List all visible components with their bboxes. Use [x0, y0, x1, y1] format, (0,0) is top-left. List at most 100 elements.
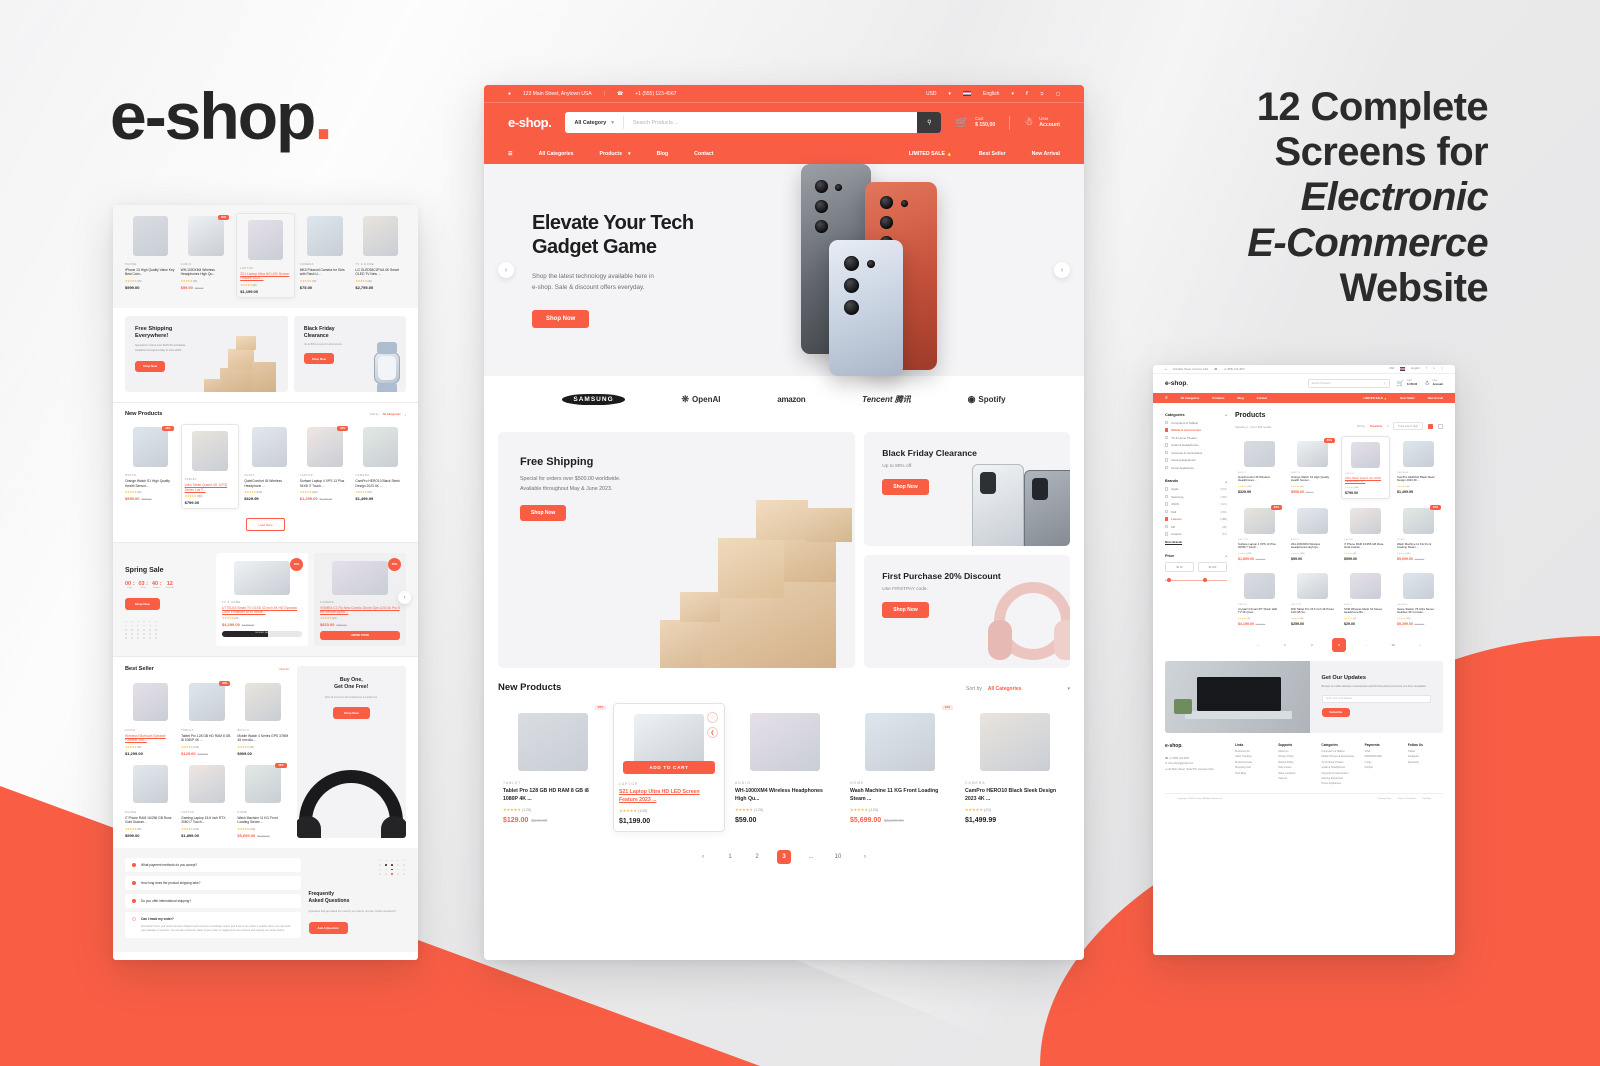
- product-card[interactable]: 30% LAPTOP Surface Laptop 4 XPS 13 Plus …: [1235, 503, 1284, 564]
- subscribe-button[interactable]: Subscribe: [1321, 708, 1351, 718]
- nav-limited-sale[interactable]: LIMITED SALE 🔥: [909, 151, 953, 157]
- footer-link[interactable]: Tech Blog: [1235, 772, 1270, 775]
- footer-link[interactable]: About Us: [1278, 750, 1313, 753]
- product-card[interactable]: CAMERA CamPro HERO10 Black Sleek Design …: [1394, 436, 1443, 499]
- product-name[interactable]: WH-1000XM4 Wireless Headphones High Qu..…: [1291, 542, 1334, 551]
- pagination-next[interactable]: ›: [858, 850, 872, 864]
- footer-link[interactable]: Gaming Equipment: [1321, 777, 1356, 780]
- checkbox-icon[interactable]: [1165, 487, 1169, 491]
- promo-black-friday[interactable]: Black Friday Clearance Up to 80% off. Sh…: [864, 432, 1070, 546]
- checkbox-icon[interactable]: [1165, 428, 1169, 432]
- sale-card[interactable]: 50% CAMERA VISMEA C1 Fly New Combo Drone…: [314, 552, 406, 647]
- product-name[interactable]: Ultra Tablet Quartz 4G 10'PD Series Lab …: [1345, 476, 1386, 485]
- faq-accordion[interactable]: What payment methods do you accept? How …: [125, 857, 301, 943]
- language-selector[interactable]: English: [983, 91, 999, 97]
- footer-link[interactable]: PayPal: [1365, 766, 1400, 769]
- center-main-nav[interactable]: ☰ All Categories Products ▾ Blog Contact…: [484, 144, 1084, 164]
- faq-item[interactable]: Do you offer international shipping?: [125, 893, 301, 908]
- product-name[interactable]: S21 Laptop Ultra HD LED Screen Feature 2…: [240, 272, 291, 281]
- product-card[interactable]: CAMERA CamPro HERO10 Black Sleek Design …: [960, 703, 1070, 832]
- right-nav-all[interactable]: All Categories: [1181, 396, 1200, 400]
- price-max-input[interactable]: $4,500: [1198, 562, 1227, 572]
- twitter-icon[interactable]: ➲: [1433, 367, 1435, 370]
- product-name[interactable]: QuietComfort 45 Wireless Headphones ...: [1238, 475, 1281, 484]
- list-item[interactable]: 10% HOME Wash Machine 11 KG Front Loadin…: [237, 761, 288, 838]
- pagination-page[interactable]: 3: [777, 850, 791, 865]
- pagination-page[interactable]: 2: [1305, 638, 1319, 652]
- product-name[interactable]: Crystal i4 Smart 65'' Music LED TV 4K Qu…: [1238, 607, 1281, 616]
- cart-icon[interactable]: 🛒: [955, 116, 969, 129]
- checkbox-icon[interactable]: [1165, 458, 1169, 462]
- product-name[interactable]: i7 Phone RAM 16/256 GB Rose Gold Guaran.…: [1344, 542, 1387, 551]
- pagination-page[interactable]: ...: [1359, 638, 1373, 652]
- footer-legal-link[interactable]: Privacy Policy: [1378, 798, 1392, 800]
- brand-filter-list[interactable]: Apple (504) Samsung (489) ASUS (321) Dell (2…: [1165, 487, 1227, 536]
- product-name[interactable]: Tablet Pro 128 GB HD RAM 8 GB i8 1080P 4…: [503, 788, 603, 803]
- checkbox-icon[interactable]: [1165, 532, 1169, 536]
- load-more-button[interactable]: Load More: [246, 518, 285, 532]
- left-promo-black-friday[interactable]: Black Friday Clearance Up to 80% promo f…: [293, 315, 406, 392]
- promo-first-purchase[interactable]: First Purchase 20% Discount Use FIRSTPAY…: [864, 554, 1070, 668]
- instagram-icon[interactable]: ◻: [1441, 367, 1443, 370]
- product-name[interactable]: Ultra Tablet Quartz 4G 10'PD Series Los …: [185, 483, 236, 492]
- footer-link[interactable]: Products Deals: [1235, 761, 1270, 764]
- promo-shop-now-button[interactable]: Shop Now: [135, 360, 166, 372]
- product-card[interactable]: AUDIO SXM Wireless Mesh Kit Stereo Headp…: [1341, 568, 1390, 629]
- checkbox-icon[interactable]: [1165, 494, 1169, 499]
- product-card[interactable]: LAPTOP MSI Tablet Pro 15.6 inch 4K Panel…: [1288, 568, 1337, 629]
- checkbox-icon[interactable]: [1165, 443, 1169, 447]
- right-nav-contact[interactable]: Contact: [1257, 396, 1267, 400]
- right-nav-new[interactable]: New Arrival: [1428, 396, 1443, 400]
- nav-contact[interactable]: Contact: [694, 151, 713, 157]
- instagram-icon[interactable]: ◻: [1056, 91, 1060, 97]
- product-name[interactable]: CamPro HERO10 Black Sleek Design 2023 4K…: [355, 479, 406, 488]
- product-card[interactable]: AUDIO QuietComfort 45 Wireless Headphone…: [1235, 436, 1284, 499]
- checkbox-icon[interactable]: [1165, 517, 1169, 521]
- screenshot-products-page-right[interactable]: ● 123 Main Street, Anytown USA ☎ +1 (555…: [1153, 365, 1455, 955]
- faq-item[interactable]: What payment methods do you accept?: [125, 857, 301, 872]
- faq-item[interactable]: Can I track my order? Absolutely! Once y…: [125, 911, 301, 939]
- product-name[interactable]: Mobile Watch 4 Series GPS 37MM 45 mm Alu…: [237, 734, 288, 743]
- right-pagination[interactable]: ‹ 1 2 3... 10 ›: [1235, 638, 1443, 653]
- nav-products[interactable]: Products: [600, 151, 622, 157]
- promo-fp-button[interactable]: Shop Now: [882, 601, 929, 618]
- faq-question[interactable]: How long does the product shipping take?: [141, 881, 200, 885]
- sort-value[interactable]: All Categories: [988, 686, 1022, 692]
- pagination-prev[interactable]: ‹: [1251, 638, 1265, 652]
- product-card[interactable]: 10% HOME Wash Machine 11 KG Front Loadin…: [1394, 503, 1443, 564]
- list-view-icon[interactable]: [1438, 423, 1443, 429]
- right-sort-value[interactable]: Popularity: [1370, 425, 1382, 428]
- filter-sidebar[interactable]: Categories ▴ Computers & Tablets Mobile …: [1165, 412, 1227, 652]
- list-item[interactable]: 30% LAPTOP Surface Laptop 4 XPS 13 Plus …: [300, 424, 351, 509]
- nav-new-arrival[interactable]: New Arrival: [1032, 151, 1060, 157]
- product-card[interactable]: AUDIO WH-1000XM4 Wireless Headphones Hig…: [730, 703, 840, 832]
- list-item[interactable]: PHONE iPhone 13 High Quality Value Key B…: [125, 213, 176, 298]
- right-nav-products[interactable]: Products: [1212, 396, 1224, 400]
- right-language[interactable]: English: [1411, 367, 1420, 370]
- nav-best-seller[interactable]: Best Seller: [979, 151, 1006, 157]
- product-name[interactable]: CamPro HERO10 Black Sleek Design 2023 4K…: [1397, 475, 1440, 484]
- product-name[interactable]: WH-1000XM4 Wireless Headphones High Qu..…: [181, 268, 232, 277]
- right-cart-widget[interactable]: 🛒 Cart $ 150,00: [1397, 380, 1418, 387]
- footer-link[interactable]: Products List: [1235, 750, 1270, 753]
- list-item[interactable]: 30% WATCH Orange Watch S1 High Quality H…: [125, 424, 176, 509]
- account-widget[interactable]: ☃ User Account: [1024, 116, 1060, 130]
- left-product-carousel[interactable]: PHONE iPhone 13 High Quality Value Key B…: [125, 213, 406, 298]
- sale-next-button[interactable]: ›: [398, 591, 411, 605]
- footer-link[interactable]: Mobile Phones & Accessories: [1321, 755, 1356, 758]
- pagination-page[interactable]: 3: [1332, 638, 1346, 653]
- right-nav-blog[interactable]: Blog: [1237, 396, 1243, 400]
- faq-item[interactable]: How long does the product shipping take?: [125, 875, 301, 890]
- list-item[interactable]: AUDIO Wireless Bluetooth Speaker Portabl…: [125, 679, 176, 756]
- footer-link[interactable]: Refund Policy: [1278, 761, 1313, 764]
- footer-link[interactable]: Computers & Tablets: [1321, 750, 1356, 753]
- checkbox-icon[interactable]: [1165, 465, 1169, 470]
- right-currency[interactable]: USD: [1389, 367, 1394, 370]
- filter-category-item[interactable]: Cameras & Camcorders: [1165, 451, 1227, 455]
- price-range-slider[interactable]: [1165, 578, 1227, 583]
- pagination-prev[interactable]: ‹: [696, 850, 710, 864]
- filter-category-item[interactable]: Home Appliances: [1165, 466, 1227, 470]
- checkbox-icon[interactable]: [1165, 524, 1169, 529]
- footer-link[interactable]: Twitter: [1408, 750, 1443, 753]
- right-nav-best[interactable]: Best Seller: [1400, 396, 1414, 400]
